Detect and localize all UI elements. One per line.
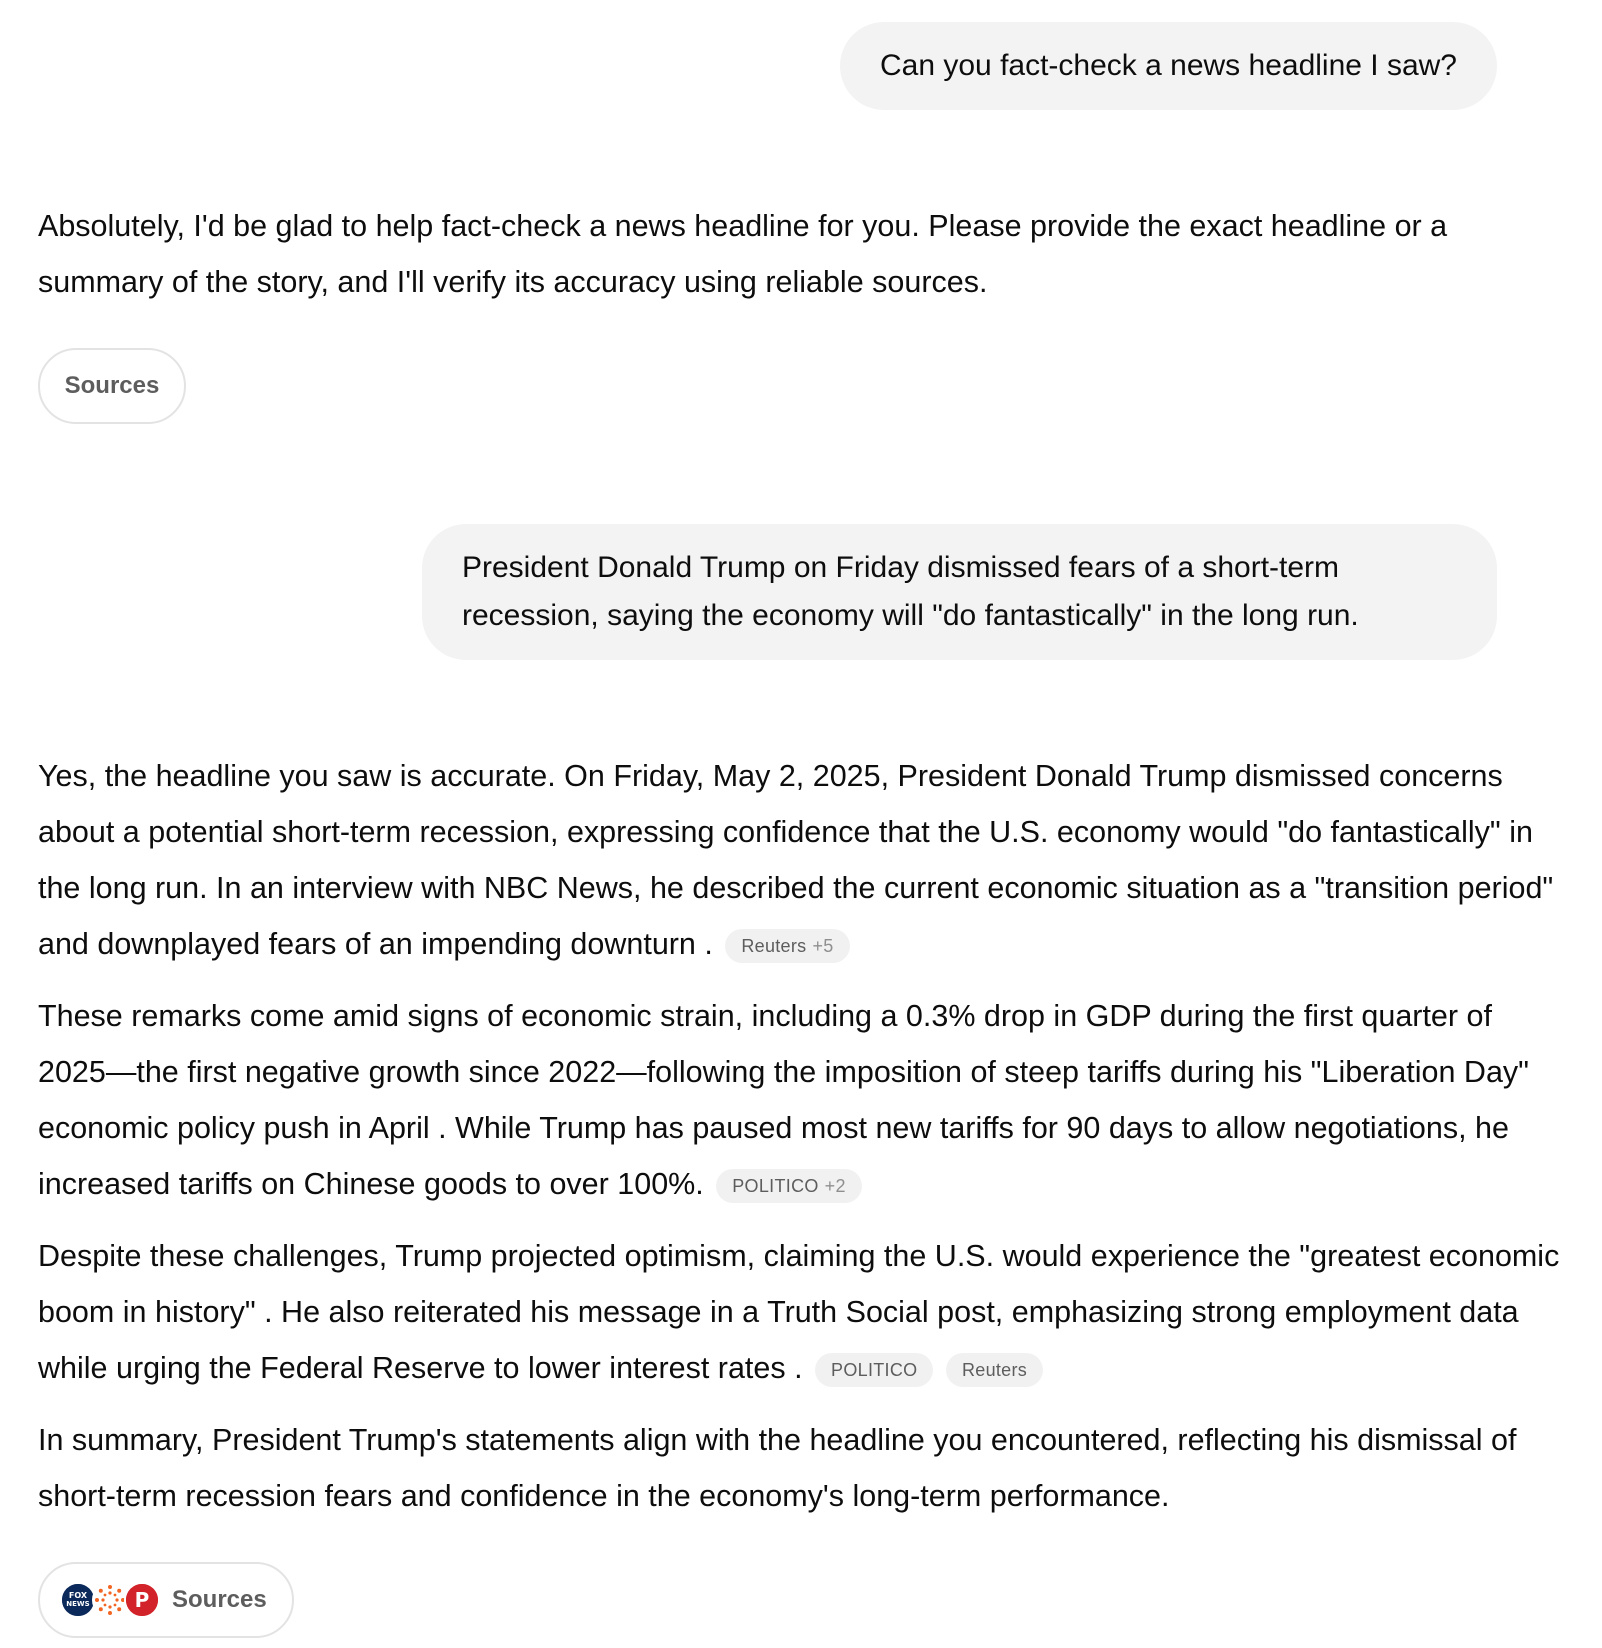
citation-source: POLITICO — [831, 1359, 918, 1380]
assistant-paragraph: Yes, the headline you saw is accurate. O… — [38, 748, 1568, 972]
sources-button[interactable]: FOX NEWS P Sources — [38, 1562, 294, 1638]
reuters-icon — [92, 1582, 128, 1618]
svg-text:FOX: FOX — [69, 1591, 88, 1600]
user-message-text: President Donald Trump on Friday dismiss… — [462, 551, 1359, 632]
fox-news-icon: FOX NEWS — [60, 1582, 96, 1618]
sources-button-label: Sources — [172, 1586, 267, 1613]
sources-button-label: Sources — [64, 372, 160, 399]
source-favicons: FOX NEWS P — [60, 1582, 160, 1618]
svg-text:NEWS: NEWS — [66, 1600, 89, 1608]
citation-more-count: +5 — [812, 935, 834, 956]
assistant-paragraph: In summary, President Trump's statements… — [38, 1412, 1568, 1524]
assistant-paragraph-text: Despite these challenges, Trump projecte… — [38, 1239, 1560, 1385]
assistant-message: Absolutely, I'd be glad to help fact-che… — [38, 198, 1568, 310]
citation-pill[interactable]: Reuters +5 — [725, 928, 850, 963]
citation-pill[interactable]: POLITICO +2 — [716, 1168, 862, 1203]
citation-source: Reuters — [961, 1359, 1028, 1380]
assistant-message-text: Absolutely, I'd be glad to help fact-che… — [38, 209, 1448, 299]
svg-text:P: P — [135, 1588, 150, 1612]
citation-source: Reuters — [741, 935, 807, 956]
assistant-paragraph: These remarks come amid signs of economi… — [38, 988, 1568, 1212]
user-message-text: Can you fact-check a news headline I saw… — [880, 49, 1457, 82]
citation-pill[interactable]: Reuters — [945, 1352, 1044, 1387]
user-message-bubble: Can you fact-check a news headline I saw… — [840, 22, 1497, 110]
assistant-paragraph: Despite these challenges, Trump projecte… — [38, 1228, 1568, 1396]
assistant-message: Yes, the headline you saw is accurate. O… — [38, 748, 1568, 1540]
citation-more-count: +2 — [824, 1175, 846, 1196]
citation-source: POLITICO — [732, 1175, 819, 1196]
assistant-paragraph-text: In summary, President Trump's statements… — [38, 1423, 1517, 1513]
user-message-bubble: President Donald Trump on Friday dismiss… — [422, 524, 1497, 660]
sources-button[interactable]: Sources — [38, 348, 186, 424]
politico-icon: P — [124, 1582, 160, 1618]
citation-pill[interactable]: POLITICO — [815, 1352, 934, 1387]
